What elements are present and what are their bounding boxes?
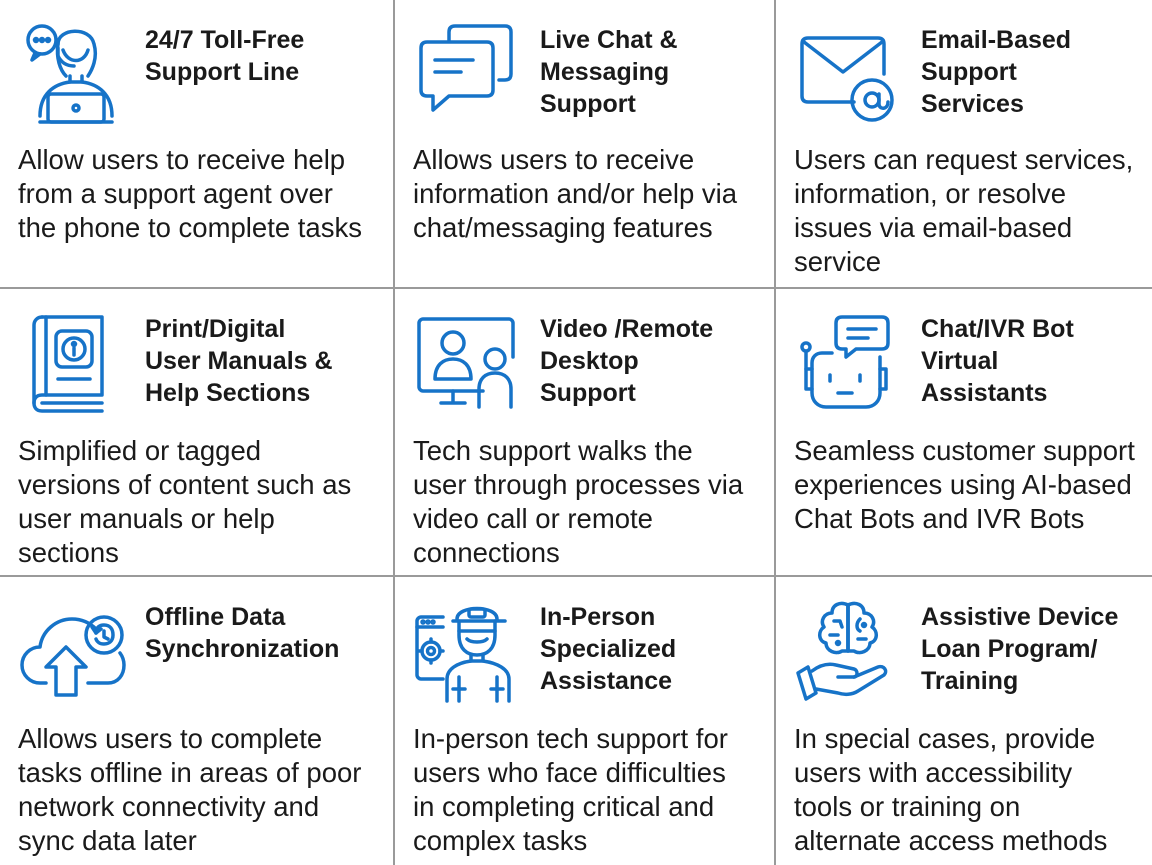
card-description-line: chat/messaging features	[413, 212, 713, 243]
card-description-line: Seamless customer support	[794, 435, 1135, 466]
card-title-line: Support	[921, 58, 1017, 86]
card-title-line: Video /Remote	[540, 315, 714, 343]
card-description-line: Simplified or tagged	[18, 435, 262, 466]
chat-bubbles-icon	[413, 18, 523, 128]
card-description-line: from a support agent over	[18, 178, 333, 209]
card-description: In-person tech support for users who fac…	[413, 722, 766, 858]
card-title-line: Support	[540, 379, 636, 407]
card-title-line: Print/Digital	[145, 315, 286, 343]
card-description-line: complex tasks	[413, 825, 588, 856]
card-description-line: Chat Bots and IVR Bots	[794, 503, 1085, 534]
card-title: Email-Based Support Services	[921, 24, 1142, 120]
card-description-line: In-person tech support for	[413, 723, 728, 754]
card-description-line: service	[794, 246, 882, 277]
card-title-line: Loan Program/	[921, 635, 1098, 663]
card-description: Tech support walks the user through proc…	[413, 434, 766, 570]
card-email-support: Email-Based Support Services Users can r…	[776, 0, 1152, 289]
cloud-sync-icon	[18, 595, 128, 705]
card-title-line: Support Line	[145, 58, 300, 86]
card-description-line: Users can request services,	[794, 144, 1134, 175]
card-title-line: Services	[921, 90, 1024, 118]
card-toll-free-support: 24/7 Toll-Free Support Line Allow users …	[0, 0, 395, 289]
card-title: Print/Digital User Manuals & Help Sectio…	[145, 313, 383, 409]
card-description-line: in completing critical and	[413, 791, 715, 822]
card-title: 24/7 Toll-Free Support Line	[145, 24, 383, 88]
card-description-line: Allow users to receive help	[18, 144, 346, 175]
card-description-line: versions of content such as	[18, 469, 352, 500]
card-offline-sync: Offline Data Synchronization Allows user…	[0, 577, 395, 865]
technician-icon	[413, 595, 523, 705]
card-description-line: information and/or help via	[413, 178, 738, 209]
manual-book-icon	[18, 307, 128, 417]
card-description-line: sections	[18, 537, 119, 568]
card-title-line: User Manuals &	[145, 347, 333, 375]
card-title: Chat/IVR Bot Virtual Assistants	[921, 313, 1142, 409]
card-description: Simplified or tagged versions of content…	[18, 434, 385, 570]
card-title-line: In-Person	[540, 603, 656, 631]
chat-bot-icon	[794, 307, 904, 417]
card-description-line: users with accessibility	[794, 757, 1073, 788]
brain-hand-icon	[794, 595, 904, 705]
card-chat-ivr-bot: Chat/IVR Bot Virtual Assistants Seamless…	[776, 289, 1152, 577]
card-description-line: Tech support walks the	[413, 435, 693, 466]
card-title: Offline Data Synchronization	[145, 601, 383, 665]
card-title-line: Assistance	[540, 667, 673, 695]
card-description: Users can request services, information,…	[794, 143, 1144, 279]
card-live-chat: Live Chat & Messaging Support Allows use…	[395, 0, 776, 289]
card-description-line: video call or remote	[413, 503, 653, 534]
card-description-line: sync data later	[18, 825, 197, 856]
card-title-line: Desktop	[540, 347, 639, 375]
card-description-line: Allows users to complete	[18, 723, 323, 754]
card-description-line: experiences using AI-based	[794, 469, 1132, 500]
card-description: In special cases, provide users with acc…	[794, 722, 1144, 858]
card-description-line: connections	[413, 537, 560, 568]
card-in-person-assistance: In-Person Specialized Assistance In-pers…	[395, 577, 776, 865]
card-description-line: information, or resolve	[794, 178, 1067, 209]
card-description: Seamless customer support experiences us…	[794, 434, 1144, 536]
card-title-line: Assistants	[921, 379, 1048, 407]
card-description-line: Allows users to receive	[413, 144, 695, 175]
card-description-line: tools or training on	[794, 791, 1021, 822]
card-description: Allows users to complete tasks offline i…	[18, 722, 385, 858]
card-title: In-Person Specialized Assistance	[540, 601, 764, 697]
card-title-line: Virtual	[921, 347, 999, 375]
card-title-line: Specialized	[540, 635, 677, 663]
card-description-line: the phone to complete tasks	[18, 212, 362, 243]
card-title-line: Email-Based	[921, 26, 1072, 54]
remote-desktop-video-icon	[413, 307, 523, 417]
card-description-line: user manuals or help	[18, 503, 275, 534]
support-options-grid: 24/7 Toll-Free Support Line Allow users …	[0, 0, 1152, 865]
card-description-line: alternate access methods	[794, 825, 1108, 856]
card-description-line: In special cases, provide	[794, 723, 1096, 754]
card-title-line: Assistive Device	[921, 603, 1119, 631]
card-title-line: Messaging	[540, 58, 670, 86]
headset-agent-icon	[18, 18, 128, 128]
card-description-line: issues via email-based	[794, 212, 1073, 243]
card-user-manuals: Print/Digital User Manuals & Help Sectio…	[0, 289, 395, 577]
card-title-line: Offline Data	[145, 603, 286, 631]
card-title: Assistive Device Loan Program/ Training	[921, 601, 1142, 697]
card-title-line: Synchronization	[145, 635, 340, 663]
card-remote-desktop: Video /Remote Desktop Support Tech suppo…	[395, 289, 776, 577]
card-title-line: Support	[540, 90, 636, 118]
card-title-line: 24/7 Toll-Free	[145, 26, 305, 54]
card-title-line: Chat/IVR Bot	[921, 315, 1074, 343]
card-title-line: Help Sections	[145, 379, 311, 407]
card-description-line: users who face difficulties	[413, 757, 726, 788]
card-title-line: Live Chat &	[540, 26, 678, 54]
card-description-line: tasks offline in areas of poor	[18, 757, 362, 788]
card-description-line: network connectivity and	[18, 791, 320, 822]
card-description: Allows users to receive information and/…	[413, 143, 766, 245]
card-title: Live Chat & Messaging Support	[540, 24, 764, 120]
card-assistive-device-loan: Assistive Device Loan Program/ Training …	[776, 577, 1152, 865]
email-at-icon	[794, 18, 904, 128]
card-description-line: user through processes via	[413, 469, 744, 500]
card-title-line: Training	[921, 667, 1019, 695]
card-title: Video /Remote Desktop Support	[540, 313, 764, 409]
card-description: Allow users to receive help from a suppo…	[18, 143, 385, 245]
